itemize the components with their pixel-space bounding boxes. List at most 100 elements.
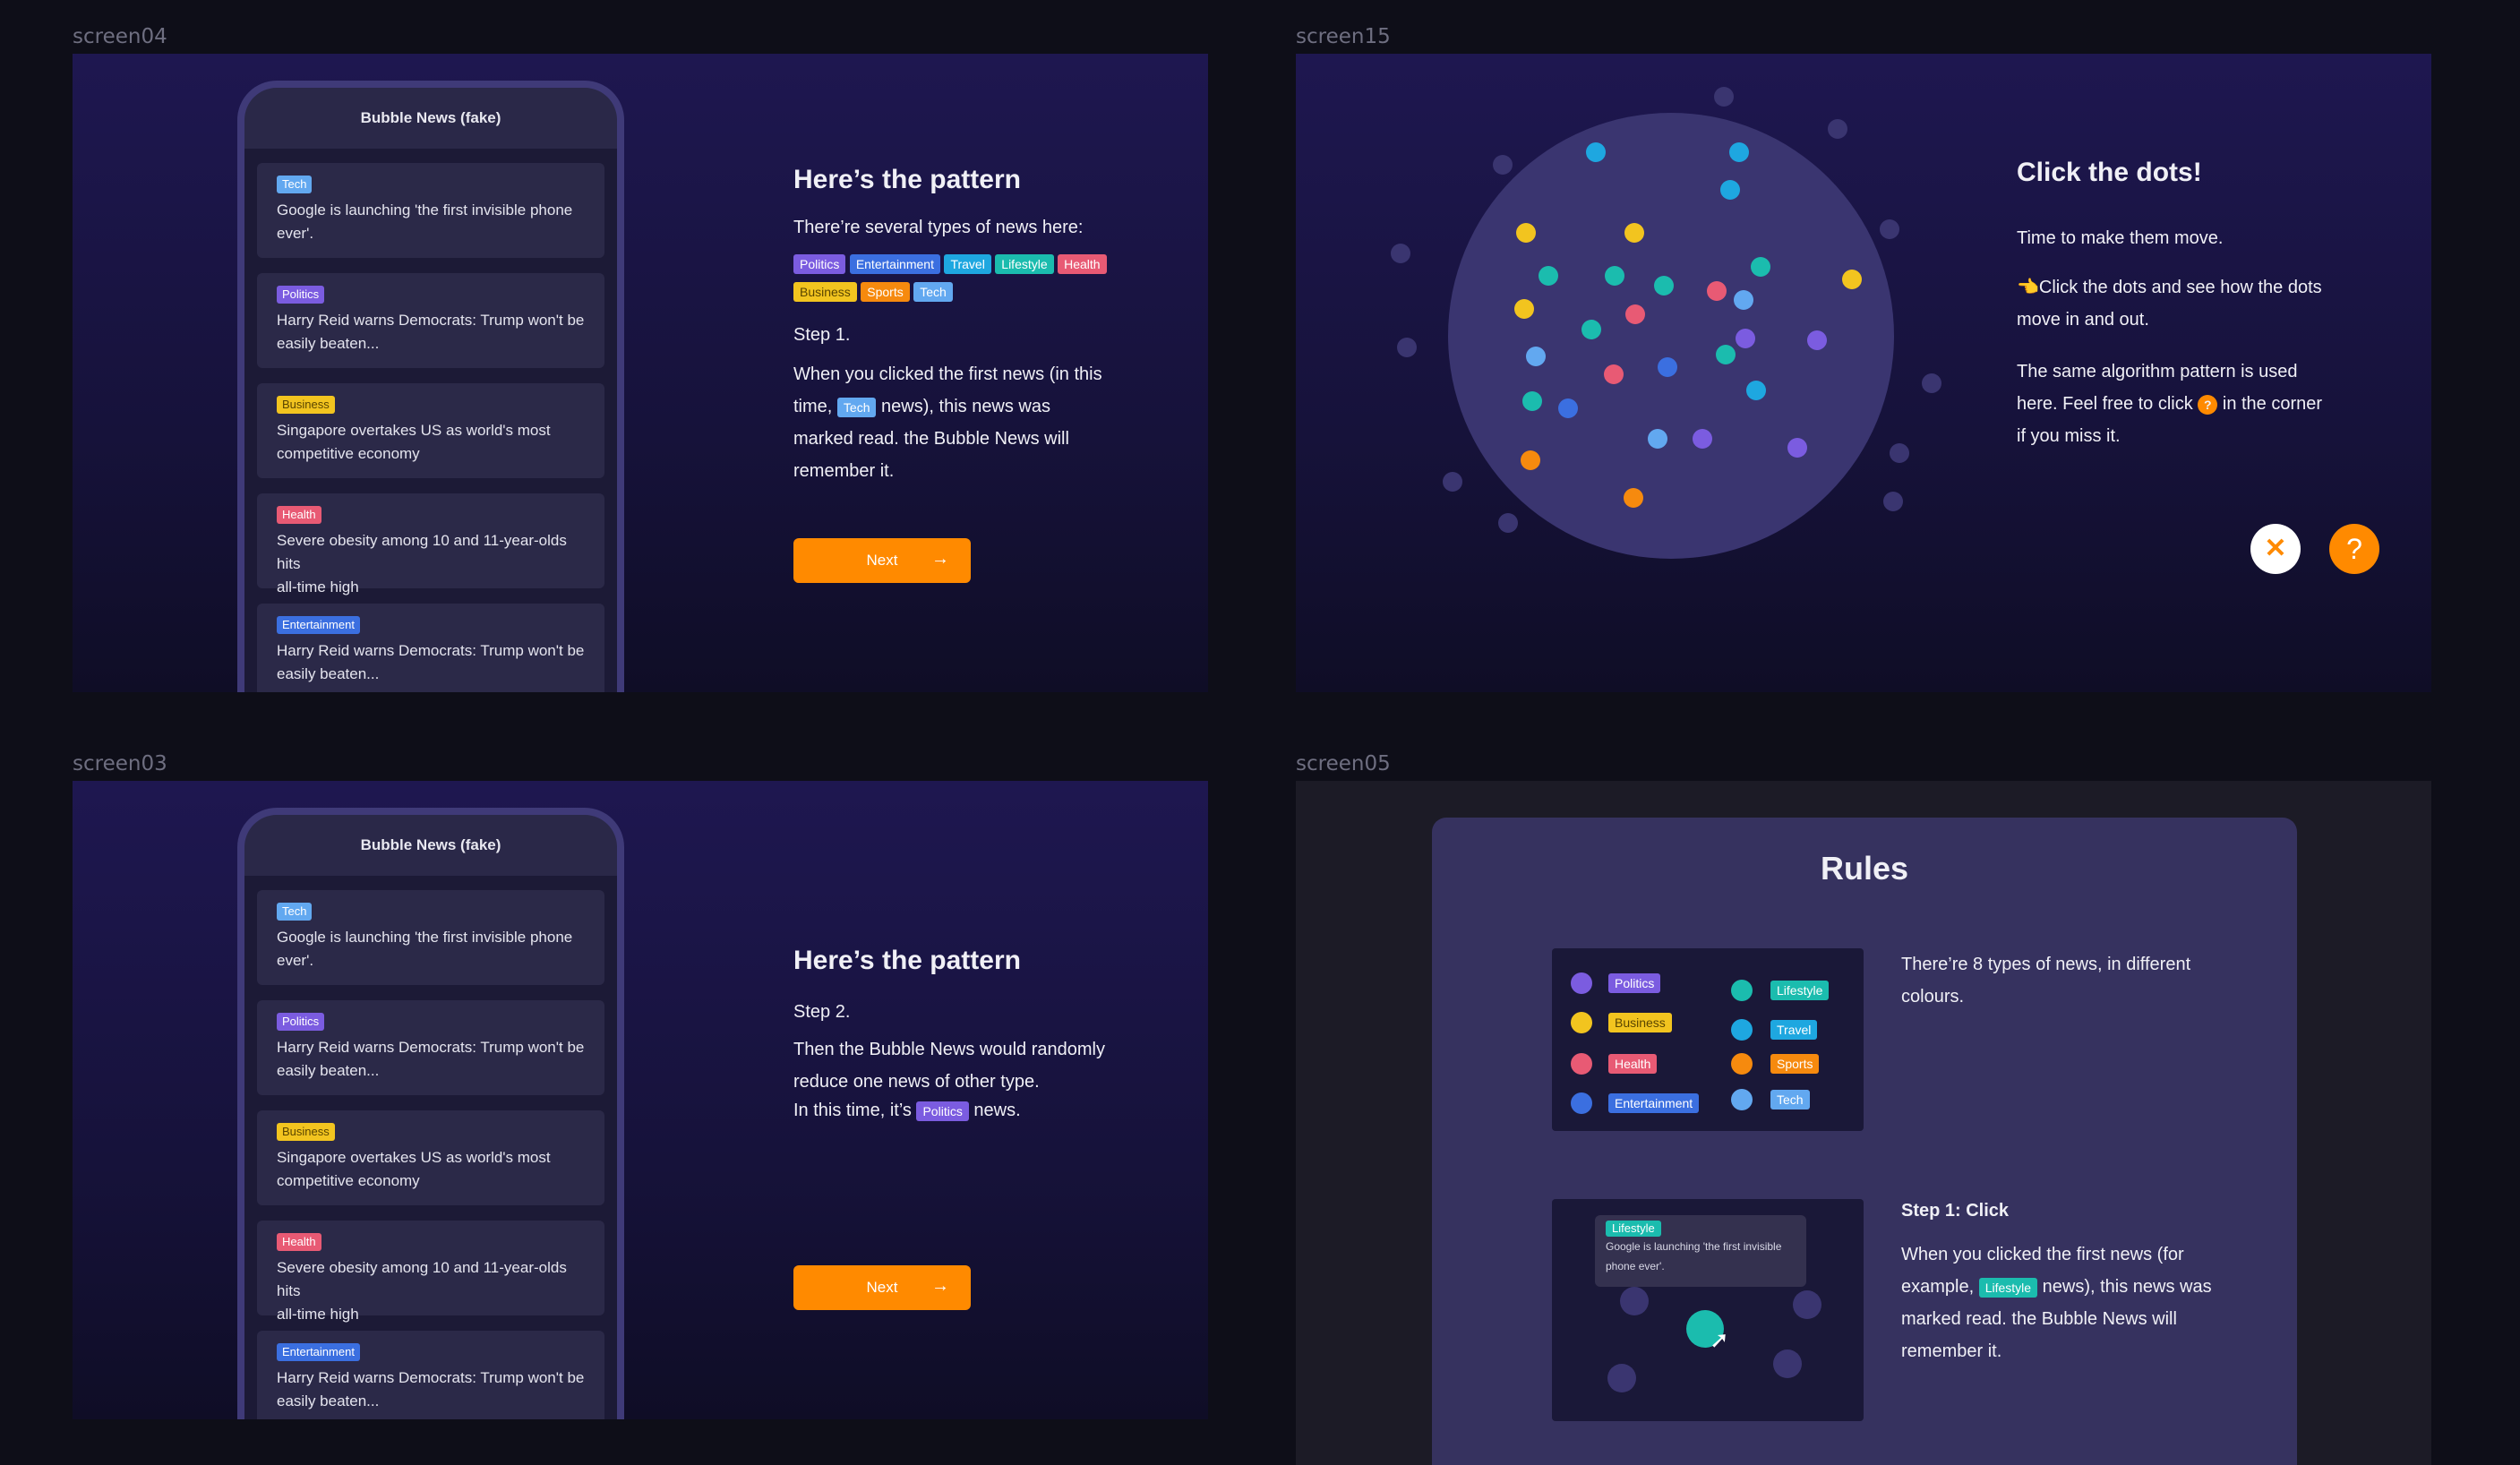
legend-dot: [1731, 980, 1753, 1001]
news-card[interactable]: Tech Google is launching 'the first invis…: [257, 890, 604, 985]
legend-dot: [1571, 972, 1592, 994]
news-dot[interactable]: [1514, 299, 1534, 319]
news-dot[interactable]: [1526, 347, 1546, 366]
click-illustration: Lifestyle Google is launching 'the first…: [1552, 1199, 1864, 1421]
news-card[interactable]: Business Singapore overtakes US as world'…: [257, 383, 604, 478]
headline-line: Harry Reid warns Democrats: Trump won't …: [277, 1369, 585, 1386]
legend-dot: [1571, 1053, 1592, 1075]
news-dot[interactable]: [1736, 329, 1755, 348]
news-dot[interactable]: [1516, 223, 1536, 243]
news-dot[interactable]: [1604, 364, 1624, 384]
phone-mockup: Bubble News (fake) Tech Google is launchi…: [237, 81, 624, 692]
news-dot[interactable]: [1842, 270, 1862, 289]
news-dot[interactable]: [1729, 142, 1749, 162]
news-tag: Tech: [277, 176, 313, 193]
legend-health: Health: [1608, 1054, 1658, 1074]
news-tag: Tech: [277, 903, 313, 921]
news-dot[interactable]: [1605, 266, 1624, 286]
tag-business: Business: [793, 282, 857, 302]
news-dot[interactable]: [1586, 142, 1606, 162]
news-card[interactable]: Entertainment Harry Reid warns Democrats:…: [257, 604, 604, 692]
news-dot[interactable]: [1624, 223, 1644, 243]
outer-dot[interactable]: [1397, 338, 1417, 357]
news-card[interactable]: Health Severe obesity among 10 and 11-yea…: [257, 1221, 604, 1323]
phone-title: Bubble News (fake): [244, 815, 617, 878]
news-dot[interactable]: [1625, 304, 1645, 324]
next-button[interactable]: Next →: [793, 1265, 971, 1310]
step-label: Step 2.: [793, 1002, 851, 1022]
outer-dot[interactable]: [1498, 513, 1518, 533]
phone-title: Bubble News (fake): [244, 88, 617, 150]
help-button[interactable]: ?: [2329, 524, 2379, 574]
news-card[interactable]: Tech Google is launching 'the first invis…: [257, 163, 604, 258]
next-button[interactable]: Next →: [793, 538, 971, 583]
news-card[interactable]: Business Singapore overtakes US as world'…: [257, 1110, 604, 1205]
news-dot[interactable]: [1581, 320, 1601, 339]
news-dot[interactable]: [1707, 281, 1727, 301]
outer-dot[interactable]: [1922, 373, 1941, 393]
instruction-text: Time to make them move.: [2017, 228, 2224, 248]
news-dot[interactable]: [1648, 429, 1667, 449]
text-line: colours.: [1901, 987, 1965, 1007]
step-body: When you clicked the first news (in this…: [793, 358, 1152, 487]
news-dot[interactable]: [1624, 488, 1643, 508]
news-dot[interactable]: [1720, 180, 1740, 200]
headline-line: all-time high: [277, 578, 359, 595]
bubble-dot[interactable]: [1793, 1290, 1821, 1319]
rules-title: Rules: [1820, 850, 1909, 887]
news-dot[interactable]: [1539, 266, 1558, 286]
legend-tech: Tech: [1770, 1090, 1810, 1109]
bubble-dot[interactable]: [1620, 1287, 1649, 1315]
text-line: There’re 8 types of news, in different: [1901, 955, 2191, 974]
bubble-dot[interactable]: [1773, 1349, 1802, 1378]
text-line: news), this news was: [2042, 1277, 2212, 1297]
tooltip-tag: Lifestyle: [1606, 1221, 1661, 1237]
news-dot[interactable]: [1734, 290, 1753, 310]
outer-dot[interactable]: [1443, 472, 1462, 492]
news-card[interactable]: Health Severe obesity among 10 and 11-yea…: [257, 493, 604, 595]
news-dot[interactable]: [1716, 345, 1736, 364]
news-tag: Politics: [277, 286, 325, 304]
close-button[interactable]: ✕: [2250, 524, 2301, 574]
news-tag: Business: [277, 396, 335, 414]
bubble-circle[interactable]: [1448, 113, 1894, 559]
step-body: Then the Bubble News would randomly reduc…: [793, 1033, 1152, 1098]
outer-dot[interactable]: [1880, 219, 1899, 239]
bubble-dot[interactable]: [1607, 1364, 1636, 1392]
arrow-right-icon: →: [931, 1276, 949, 1296]
news-dot[interactable]: [1787, 438, 1807, 458]
news-dot[interactable]: [1658, 357, 1677, 377]
news-dot[interactable]: [1522, 391, 1542, 411]
news-dot[interactable]: [1751, 257, 1770, 277]
body-line: remember it.: [793, 461, 895, 481]
body-line: news), this news was: [881, 397, 1051, 416]
news-list: Tech Google is launching 'the first invis…: [244, 878, 617, 1419]
news-dot[interactable]: [1654, 276, 1674, 296]
outer-dot[interactable]: [1828, 119, 1847, 139]
news-card[interactable]: Politics Harry Reid warns Democrats: Trum…: [257, 1000, 604, 1095]
outer-dot[interactable]: [1883, 492, 1903, 511]
legend-entertainment: Entertainment: [1608, 1093, 1700, 1113]
legend-sports: Sports: [1770, 1054, 1820, 1074]
text-line: move in and out.: [2017, 310, 2149, 330]
outer-dot[interactable]: [1890, 443, 1909, 463]
tag-politics: Politics: [793, 254, 846, 274]
news-card[interactable]: Politics Harry Reid warns Democrats: Trum…: [257, 273, 604, 368]
news-dot[interactable]: [1746, 381, 1766, 400]
screen03-frame: Bubble News (fake) Tech Google is launchi…: [73, 781, 1208, 1419]
text-line: in the corner: [2222, 394, 2323, 414]
body-line: In this time, it’s: [793, 1101, 912, 1120]
outer-dot[interactable]: [1391, 244, 1410, 263]
outer-dot[interactable]: [1714, 87, 1734, 107]
news-card[interactable]: Entertainment Harry Reid warns Democrats:…: [257, 1331, 604, 1419]
tag-health: Health: [1058, 254, 1107, 274]
news-dot[interactable]: [1807, 330, 1827, 350]
news-tag: Entertainment: [277, 616, 360, 634]
news-dot[interactable]: [1693, 429, 1712, 449]
outer-dot[interactable]: [1493, 155, 1513, 175]
headline-line: Singapore overtakes US as world's most: [277, 1149, 551, 1166]
types-legend: Politics Business Health Entertainment L…: [1552, 948, 1864, 1131]
news-dot[interactable]: [1521, 450, 1540, 470]
headline-line: Google is launching 'the first invisible…: [277, 929, 573, 946]
news-dot[interactable]: [1558, 398, 1578, 418]
